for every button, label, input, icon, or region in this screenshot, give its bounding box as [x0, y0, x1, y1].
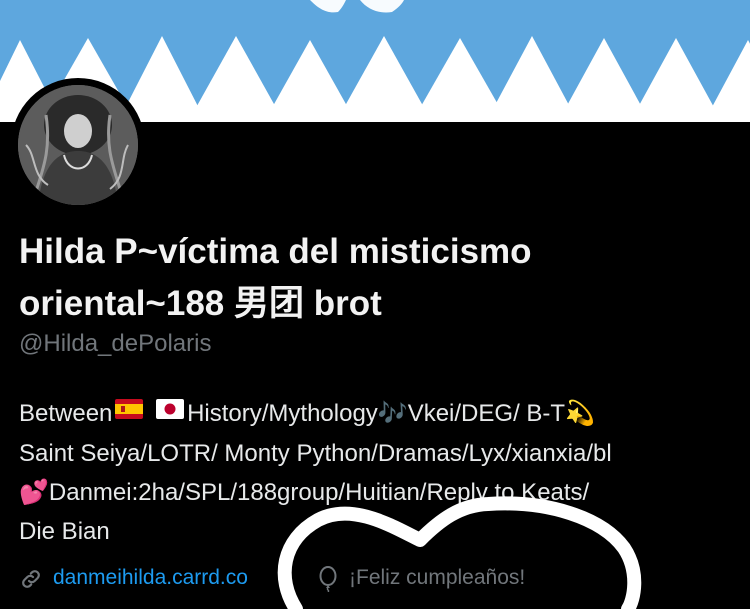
- website-link[interactable]: danmeihilda.carrd.co: [53, 566, 248, 590]
- bio-line-1: Between History/Mythology🎶Vkei/DEG/ B-T💫: [19, 394, 734, 434]
- bio-text: Vkei/DEG/ B-T: [407, 400, 566, 427]
- bio-line-4: Die Bian: [19, 518, 110, 546]
- avatar-image: [18, 85, 138, 205]
- spain-flag-icon: [115, 392, 144, 431]
- bio-line-3: 💕Danmei:2ha/SPL/188group/Huitian/Reply t…: [19, 473, 734, 512]
- dizzy-emoji: 💫: [565, 400, 595, 427]
- display-name-line2: oriental~188 男团 brot: [19, 284, 382, 323]
- bio-text: Danmei:2ha/SPL/188group/Huitian/Reply to…: [48, 479, 590, 507]
- balloon-icon: [316, 566, 340, 598]
- user-handle: @Hilda_dePolaris: [19, 330, 212, 357]
- bio-text: History/Mythology: [187, 400, 378, 427]
- japan-flag-icon: [156, 392, 185, 431]
- birthday-text: ¡Feliz cumpleaños!: [349, 566, 526, 589]
- bio-line-2: Saint Seiya/LOTR/ Monty Python/Dramas/Ly…: [19, 440, 612, 468]
- music-notes-emoji: 🎶: [377, 400, 408, 427]
- display-name-line1: Hilda P~víctima del misticismo: [19, 232, 532, 271]
- profile-bio: Between History/Mythology🎶Vkei/DEG/ B-T💫…: [19, 394, 734, 551]
- profile-avatar[interactable]: [11, 78, 145, 212]
- bio-text: Between: [19, 400, 113, 427]
- display-name: Hilda P~víctima del misticismo oriental~…: [19, 226, 719, 330]
- hearts-emoji: 💕: [19, 479, 49, 507]
- link-icon: [19, 567, 43, 597]
